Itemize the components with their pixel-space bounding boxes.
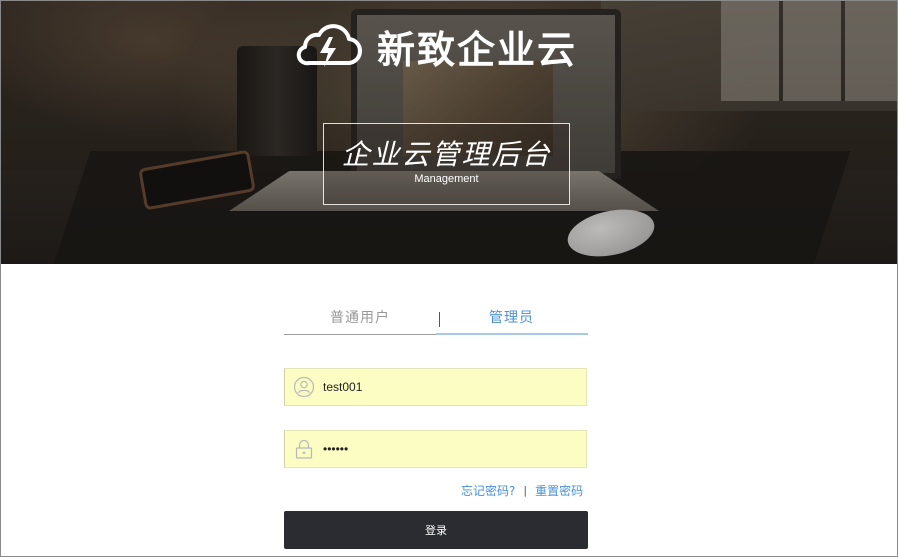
username-field [284,368,587,406]
password-field [284,430,587,468]
login-page: 新致企业云 企业云管理后台 Management 普通用户 管理员 忘记密码 [0,0,898,557]
password-input[interactable] [323,434,573,464]
user-icon [293,376,315,398]
hero-title: 企业云管理后台 [341,138,552,171]
brand-name: 新致企业云 [377,27,578,72]
brand-logo: 新致企业云 [291,21,578,72]
forgot-password-link[interactable]: 忘记密码? [461,482,515,499]
tab-regular-user[interactable]: 普通用户 [330,307,390,327]
hero-title-box: 企业云管理后台 Management [323,123,570,205]
reset-password-link[interactable]: 重置密码 [535,482,583,499]
link-separator: | [523,483,528,497]
username-input[interactable] [323,372,573,402]
login-tabs: 普通用户 管理员 [284,303,588,335]
hero-subtitle: Management [414,173,479,185]
hero-banner: 新致企业云 企业云管理后台 Management [1,1,897,264]
cloud-lightning-icon [296,24,362,67]
tab-divider [439,312,440,327]
lock-icon [295,439,313,459]
login-button[interactable]: 登录 [284,511,588,549]
password-links: 忘记密码? | 重置密码 [461,482,583,498]
active-tab-indicator [436,333,588,335]
tab-admin[interactable]: 管理员 [489,307,534,327]
